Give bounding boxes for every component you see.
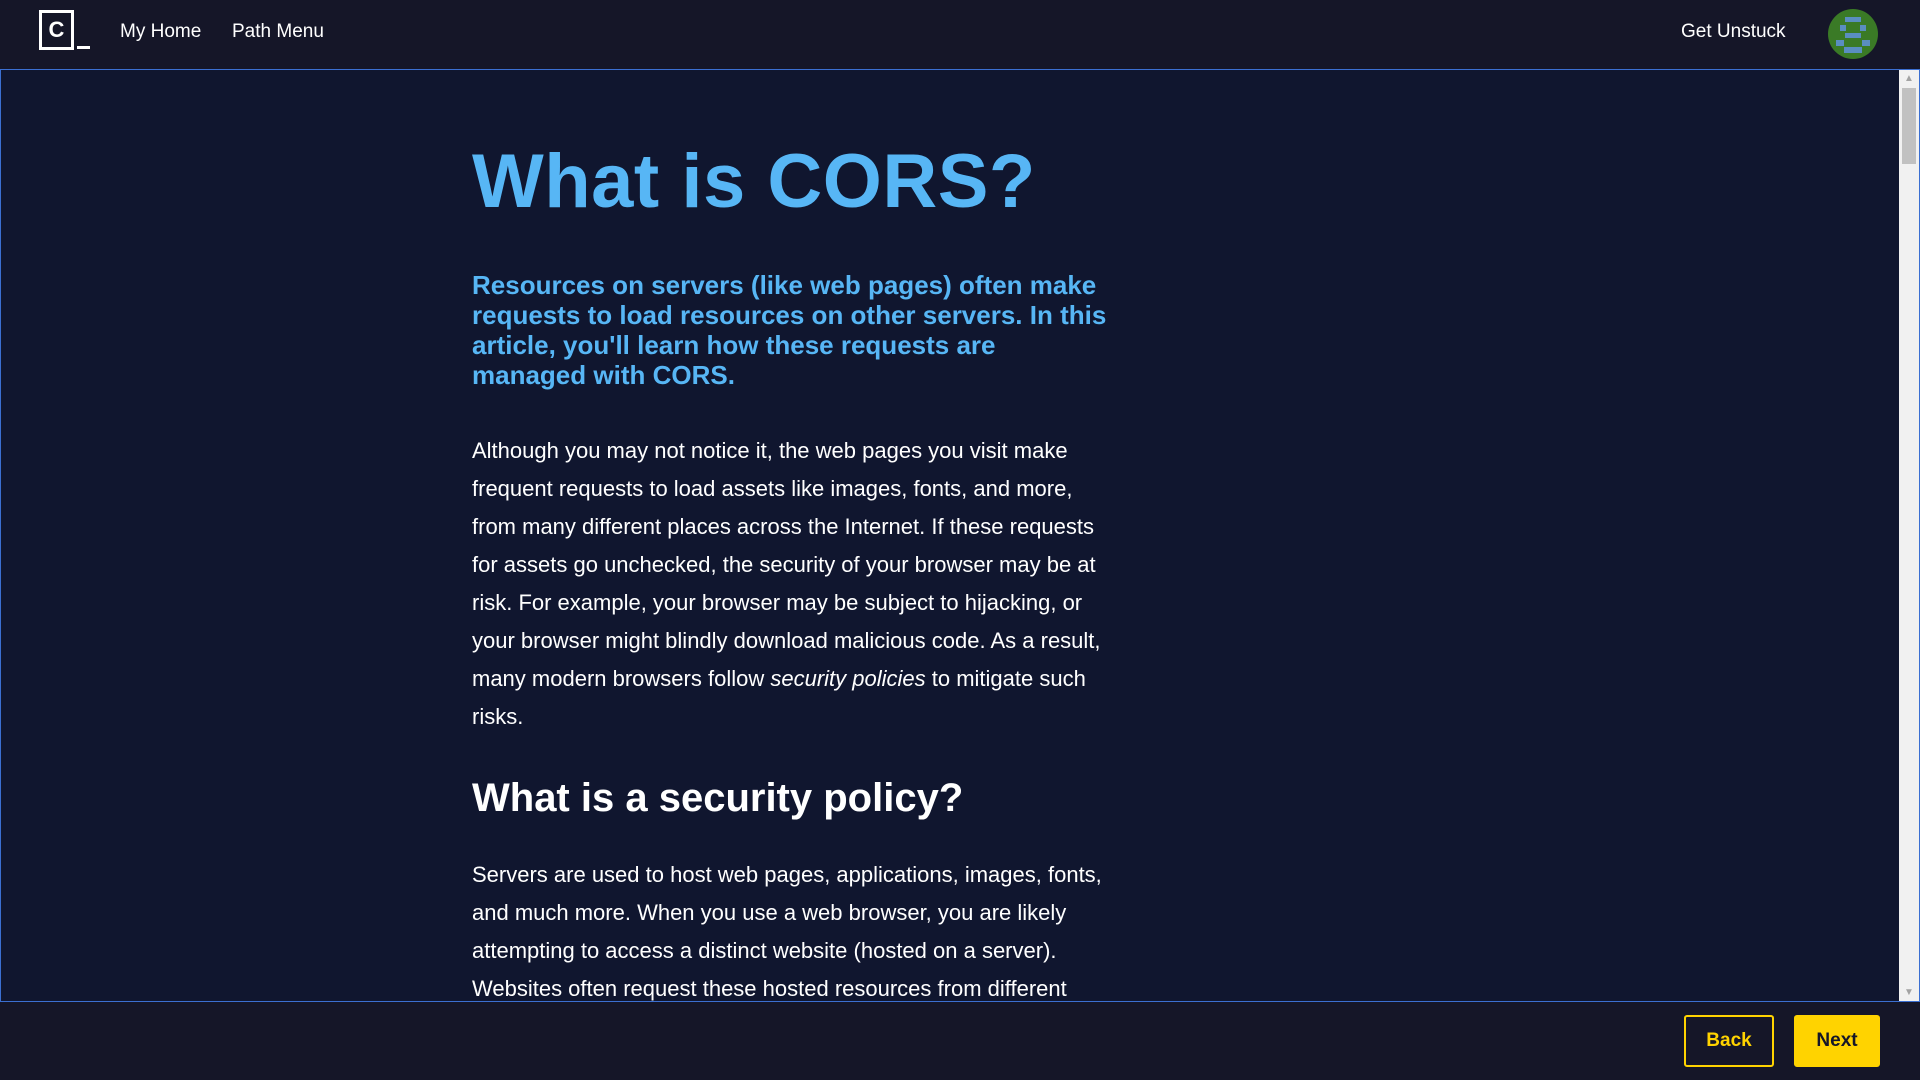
logo-letter: C	[48, 17, 65, 42]
avatar-pixel	[1860, 25, 1866, 31]
avatar[interactable]	[1828, 9, 1878, 59]
article-paragraph-1: Although you may not notice it, the web …	[472, 432, 1112, 736]
scroll-up-arrow-icon[interactable]: ▲	[1899, 70, 1919, 87]
codecademy-logo-icon[interactable]: C	[39, 10, 91, 52]
paragraph-text: Although you may not notice it, the web …	[472, 437, 1101, 691]
avatar-pixel	[1845, 33, 1861, 38]
get-unstuck-link[interactable]: Get Unstuck	[1681, 21, 1786, 43]
emphasis-security-policies: security policies	[770, 665, 926, 691]
article-title: What is CORS?	[472, 139, 1036, 224]
scrollbar-thumb[interactable]	[1902, 88, 1916, 164]
logo-cursor	[77, 46, 90, 49]
back-button[interactable]: Back	[1684, 1015, 1774, 1067]
top-navigation-bar: C My Home Path Menu Get Unstuck	[0, 0, 1920, 69]
section-heading-security-policy: What is a security policy?	[472, 775, 964, 820]
avatar-pixel	[1862, 40, 1870, 46]
vertical-scrollbar[interactable]: ▲ ▼	[1899, 70, 1919, 1001]
nav-my-home-link[interactable]: My Home	[120, 21, 201, 43]
avatar-pixel	[1845, 17, 1861, 22]
scroll-down-arrow-icon[interactable]: ▼	[1899, 984, 1919, 1001]
avatar-pixel	[1844, 47, 1862, 53]
article-paragraph-2: Servers are used to host web pages, appl…	[472, 861, 1102, 1001]
nav-path-menu-link[interactable]: Path Menu	[232, 21, 324, 43]
avatar-pixel	[1836, 40, 1844, 46]
next-button[interactable]: Next	[1794, 1015, 1880, 1067]
avatar-pixel	[1840, 25, 1846, 31]
article-viewport[interactable]: What is CORS? Resources on servers (like…	[0, 69, 1920, 1002]
bottom-navigation-bar: Back Next	[0, 1002, 1920, 1080]
article-content: What is CORS? Resources on servers (like…	[472, 139, 1112, 1001]
article-lede: Resources on servers (like web pages) of…	[472, 269, 1107, 390]
